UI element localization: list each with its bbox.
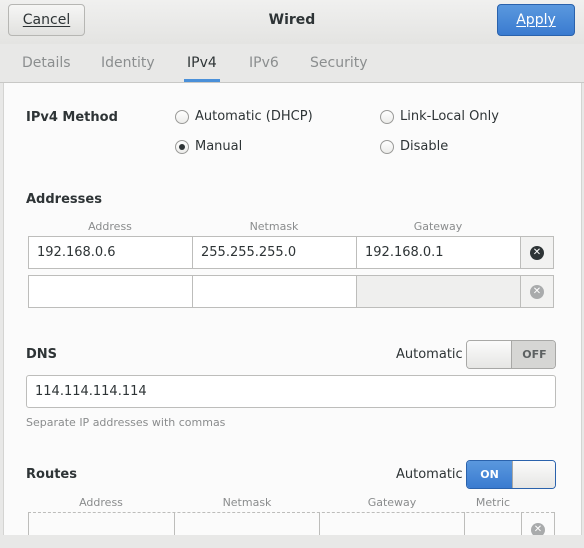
tab-details[interactable]: Details [22, 44, 71, 82]
switch-state: OFF [512, 341, 555, 368]
cancel-label: Cancel [22, 12, 71, 28]
dns-hint: Separate IP addresses with commas [26, 416, 226, 429]
column-header-gateway: Gateway [413, 220, 463, 233]
radio-label: Manual [195, 139, 243, 154]
gateway-input [356, 275, 521, 308]
remove-row-icon: ✕ [530, 284, 544, 299]
radio-label: Disable [400, 139, 449, 154]
routes-row-top-border [28, 512, 554, 513]
route-row-right-border [554, 512, 555, 535]
radio-disable[interactable]: Disable [380, 139, 448, 154]
radio-indicator [380, 109, 394, 124]
route-address-input[interactable] [28, 512, 29, 535]
routes-automatic-switch[interactable]: ON [466, 460, 556, 489]
tab-identity[interactable]: Identity [101, 44, 155, 82]
apply-label: Apply [516, 12, 556, 28]
column-header-metric: Metric [475, 496, 511, 509]
remove-row-icon: ✕ [531, 523, 545, 535]
address-input[interactable] [28, 275, 193, 308]
addresses-heading: Addresses [26, 192, 102, 207]
radio-label: Automatic (DHCP) [195, 109, 313, 124]
remove-route-button[interactable]: ✕ [531, 523, 545, 535]
radio-link-local-only[interactable]: Link-Local Only [380, 109, 499, 124]
address-input[interactable]: 192.168.0.6 [28, 236, 193, 269]
ipv4-panel: IPv4 Method Automatic (DHCP) Link-Local … [3, 83, 582, 535]
remove-address-button[interactable]: ✕ [520, 236, 554, 269]
apply-button[interactable]: Apply [497, 4, 575, 36]
routes-automatic-label: Automatic [396, 467, 463, 482]
dns-servers-input[interactable]: 114.114.114.114 [26, 375, 556, 408]
column-header-address: Address [79, 496, 123, 509]
radio-indicator [175, 109, 189, 124]
tab-ipv6[interactable]: IPv6 [249, 44, 279, 82]
column-header-gateway: Gateway [367, 496, 417, 509]
tab-bar: Details Identity IPv4 IPv6 Security [0, 44, 584, 83]
remove-address-button[interactable]: ✕ [520, 275, 554, 308]
dns-automatic-label: Automatic [396, 347, 463, 362]
ipv4-method-label: IPv4 Method [26, 110, 118, 125]
radio-label: Link-Local Only [400, 109, 499, 124]
header-bar: Cancel Wired Apply [0, 0, 584, 45]
route-remove-cell [521, 512, 522, 535]
switch-slider [467, 341, 512, 368]
tab-ipv4[interactable]: IPv4 [184, 44, 220, 82]
network-settings-window: Cancel Wired Apply Details Identity IPv4… [0, 0, 584, 548]
switch-state: ON [467, 461, 512, 488]
radio-indicator [175, 139, 189, 154]
tab-security[interactable]: Security [310, 44, 368, 82]
radio-automatic-dhcp[interactable]: Automatic (DHCP) [175, 109, 313, 124]
routes-heading: Routes [26, 467, 77, 482]
netmask-input[interactable] [192, 275, 357, 308]
column-header-netmask: Netmask [249, 220, 299, 233]
column-header-address: Address [88, 220, 132, 233]
route-netmask-input[interactable] [174, 512, 175, 535]
dns-heading: DNS [26, 347, 58, 362]
netmask-input[interactable]: 255.255.255.0 [192, 236, 357, 269]
remove-row-icon: ✕ [530, 245, 544, 260]
radio-manual[interactable]: Manual [175, 139, 242, 154]
switch-slider [512, 461, 555, 488]
cancel-button[interactable]: Cancel [8, 4, 85, 36]
gateway-input[interactable]: 192.168.0.1 [356, 236, 521, 269]
column-header-netmask: Netmask [222, 496, 272, 509]
radio-indicator [380, 139, 394, 154]
route-gateway-input[interactable] [319, 512, 320, 535]
route-metric-input[interactable] [464, 512, 465, 535]
dns-automatic-switch[interactable]: OFF [466, 340, 556, 369]
